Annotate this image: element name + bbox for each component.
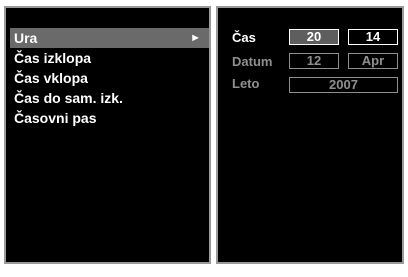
year-field[interactable]: 2007 [289, 77, 398, 93]
month-field[interactable]: Apr [348, 53, 398, 69]
minute-field[interactable]: 14 [348, 29, 398, 45]
hour-field[interactable]: 20 [289, 29, 339, 45]
menu-item-auto-sleep[interactable]: Čas do sam. izk. [10, 88, 209, 108]
menu-item-label: Čas do sam. izk. [14, 90, 123, 106]
menu-item-on-time[interactable]: Čas vklopa [10, 68, 209, 88]
osd-screen: Ura ► Čas izklopa Čas vklopa Čas do sam.… [0, 0, 408, 277]
menu-item-label: Čas izklopa [14, 50, 92, 66]
menu-item-label: Ura [14, 30, 38, 46]
menu-item-label: Časovni pas [14, 110, 97, 126]
date-label: Datum [232, 54, 273, 69]
day-field[interactable]: 12 [289, 53, 339, 69]
year-label: Leto [232, 76, 260, 91]
menu-item-clock[interactable]: Ura ► [10, 28, 209, 48]
clock-menu-panel: Ura ► Čas izklopa Čas vklopa Čas do sam.… [4, 6, 211, 264]
menu-item-time-zone[interactable]: Časovni pas [10, 108, 209, 128]
menu-item-off-time[interactable]: Čas izklopa [10, 48, 209, 68]
arrow-right-icon: ► [190, 32, 201, 44]
menu-item-label: Čas vklopa [14, 70, 88, 86]
clock-settings-panel: Čas 20 14 Datum 12 Apr Leto 2007 [216, 6, 404, 264]
time-label: Čas [232, 30, 256, 45]
